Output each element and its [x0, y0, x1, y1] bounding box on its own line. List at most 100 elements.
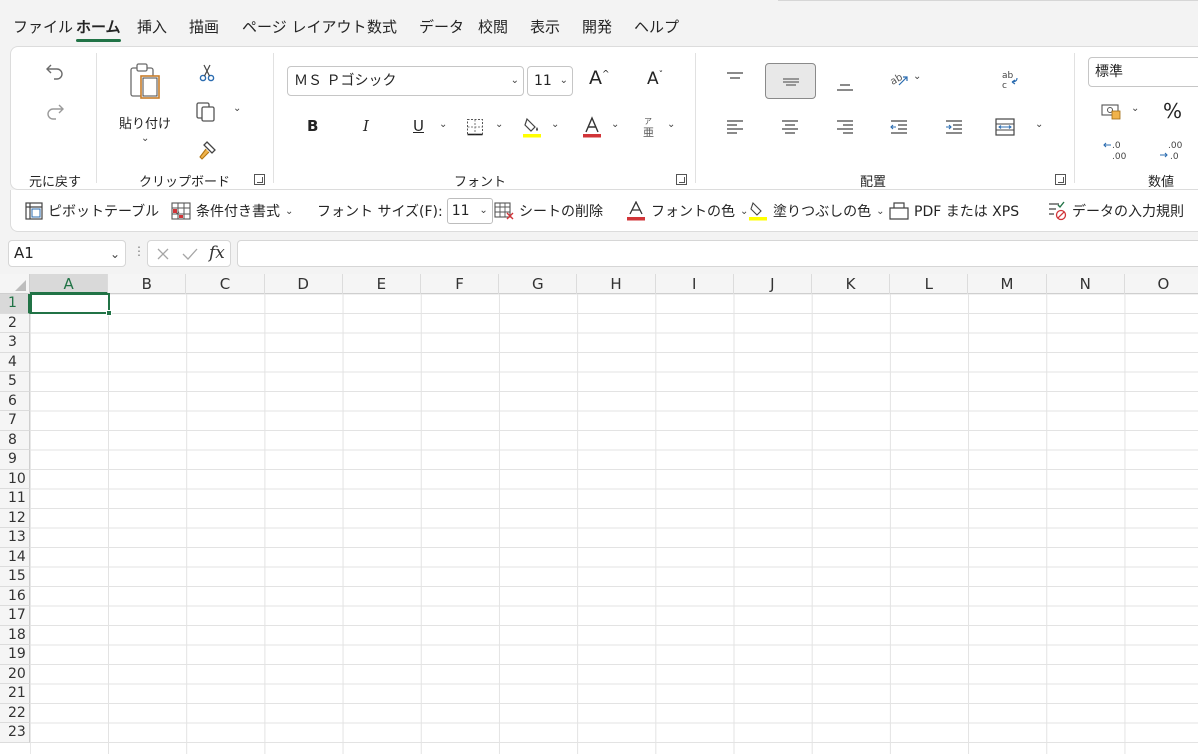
tab-formulas[interactable]: 数式	[367, 17, 397, 37]
name-box[interactable]: A1 ⌄	[8, 240, 126, 267]
align-left-icon[interactable]	[723, 115, 747, 139]
align-top-icon[interactable]	[723, 67, 747, 91]
column-header-b[interactable]: B	[108, 274, 187, 294]
formula-bar-grip-icon[interactable]: ⋮	[133, 244, 145, 258]
phonetic-guide-icon[interactable]: ア亜	[639, 115, 659, 139]
tab-review[interactable]: 校閲	[478, 17, 508, 37]
conditional-format-button[interactable]: 条件付き書式 ⌄	[171, 190, 293, 232]
column-header-d[interactable]: D	[265, 274, 343, 294]
align-center-icon[interactable]	[778, 115, 802, 139]
orientation-icon[interactable]: ab	[887, 67, 911, 91]
row-header-22[interactable]: 22	[0, 703, 30, 723]
row-header-6[interactable]: 6	[0, 391, 30, 411]
row-header-4[interactable]: 4	[0, 352, 30, 372]
column-header-g[interactable]: G	[499, 274, 578, 294]
row-header-14[interactable]: 14	[0, 547, 30, 567]
row-header-18[interactable]: 18	[0, 625, 30, 645]
font-launcher-icon[interactable]	[676, 174, 687, 185]
underline-button[interactable]: U	[413, 117, 424, 135]
row-header-15[interactable]: 15	[0, 567, 30, 587]
fill-color-icon[interactable]	[521, 115, 543, 139]
row-header-16[interactable]: 16	[0, 586, 30, 606]
tab-draw[interactable]: 描画	[189, 17, 219, 37]
column-header-n[interactable]: N	[1047, 274, 1125, 294]
row-header-8[interactable]: 8	[0, 430, 30, 450]
tab-page-layout[interactable]: ページ レイアウト	[242, 17, 366, 37]
cut-icon[interactable]	[195, 61, 219, 85]
increase-indent-icon[interactable]	[942, 115, 966, 139]
row-header-12[interactable]: 12	[0, 508, 30, 528]
underline-dropdown-icon[interactable]: ⌄	[439, 119, 447, 130]
qat-font-size-select[interactable]: 11 ⌄	[446, 198, 493, 224]
paste-dropdown-icon[interactable]: ⌄	[141, 133, 149, 144]
decrease-indent-icon[interactable]	[887, 115, 911, 139]
number-format-select[interactable]: 標準	[1088, 57, 1198, 87]
tab-view[interactable]: 表示	[530, 17, 560, 37]
border-icon[interactable]	[465, 117, 485, 137]
font-color-dropdown-icon[interactable]: ⌄	[611, 119, 619, 130]
percent-style-button[interactable]: %	[1163, 99, 1182, 123]
row-header-21[interactable]: 21	[0, 684, 30, 704]
merge-center-icon[interactable]	[993, 115, 1017, 139]
font-color-icon[interactable]	[581, 115, 603, 139]
accounting-dropdown-icon[interactable]: ⌄	[1131, 103, 1139, 114]
tab-home[interactable]: ホーム	[76, 17, 121, 42]
tab-insert[interactable]: 挿入	[137, 17, 167, 37]
italic-button[interactable]: I	[363, 117, 369, 135]
fill-color-dropdown-icon[interactable]: ⌄	[551, 119, 559, 130]
export-pdf-xps-button[interactable]: PDF または XPS	[889, 190, 1019, 232]
fill-color-qat-button[interactable]: 塗りつぶしの色 ⌄	[748, 190, 885, 232]
column-header-i[interactable]: I	[656, 274, 734, 294]
cell-area[interactable]	[30, 294, 1198, 754]
row-header-7[interactable]: 7	[0, 411, 30, 431]
select-all-corner[interactable]	[0, 274, 30, 294]
pivot-table-button[interactable]: ピボットテーブル ⌄	[25, 190, 182, 232]
font-size-select[interactable]: 11 ⌄	[527, 66, 573, 96]
increase-decimal-icon[interactable]: .0.00	[1101, 137, 1129, 163]
font-color-qat-button[interactable]: フォントの色 ⌄	[626, 190, 748, 232]
insert-function-icon[interactable]: fx	[209, 243, 225, 263]
shrink-font-button[interactable]: Aˇ	[647, 69, 663, 89]
phonetic-dropdown-icon[interactable]: ⌄	[667, 119, 675, 130]
column-header-h[interactable]: H	[577, 274, 656, 294]
tab-file[interactable]: ファイル	[13, 17, 73, 37]
column-header-f[interactable]: F	[421, 274, 500, 294]
column-header-a[interactable]: A	[30, 274, 109, 294]
column-header-l[interactable]: L	[890, 274, 969, 294]
accounting-format-icon[interactable]	[1099, 99, 1123, 123]
paste-icon[interactable]	[125, 61, 165, 103]
merge-dropdown-icon[interactable]: ⌄	[1035, 119, 1043, 130]
border-dropdown-icon[interactable]: ⌄	[495, 119, 503, 130]
column-header-o[interactable]: O	[1125, 274, 1198, 294]
orientation-dropdown-icon[interactable]: ⌄	[913, 71, 921, 82]
formula-input[interactable]	[237, 240, 1198, 267]
row-header-19[interactable]: 19	[0, 645, 30, 665]
enter-icon[interactable]	[181, 245, 199, 263]
row-header-10[interactable]: 10	[0, 469, 30, 489]
decrease-decimal-icon[interactable]: .00.0	[1157, 137, 1185, 163]
copy-dropdown-icon[interactable]: ⌄	[233, 103, 241, 114]
redo-icon[interactable]	[43, 99, 67, 123]
column-header-c[interactable]: C	[186, 274, 265, 294]
font-name-select[interactable]: ＭＳ Ｐゴシック ⌄	[287, 66, 524, 96]
row-header-9[interactable]: 9	[0, 450, 30, 470]
column-header-m[interactable]: M	[968, 274, 1047, 294]
row-header-13[interactable]: 13	[0, 528, 30, 548]
row-header-11[interactable]: 11	[0, 489, 30, 509]
tab-data[interactable]: データ	[419, 17, 464, 37]
align-right-icon[interactable]	[833, 115, 857, 139]
column-header-k[interactable]: K	[812, 274, 891, 294]
grow-font-button[interactable]: A^	[589, 67, 610, 89]
cancel-icon[interactable]	[154, 245, 172, 263]
bold-button[interactable]: B	[307, 117, 318, 135]
undo-icon[interactable]	[43, 59, 67, 83]
row-header-2[interactable]: 2	[0, 313, 30, 333]
row-header-17[interactable]: 17	[0, 606, 30, 626]
row-header-3[interactable]: 3	[0, 333, 30, 353]
alignment-launcher-icon[interactable]	[1055, 174, 1066, 185]
row-header-23[interactable]: 23	[0, 723, 30, 743]
tab-help[interactable]: ヘルプ	[634, 17, 679, 37]
fill-handle[interactable]	[106, 310, 112, 316]
tab-developer[interactable]: 開発	[582, 17, 612, 37]
paste-button-label[interactable]: 貼り付け	[119, 113, 171, 132]
